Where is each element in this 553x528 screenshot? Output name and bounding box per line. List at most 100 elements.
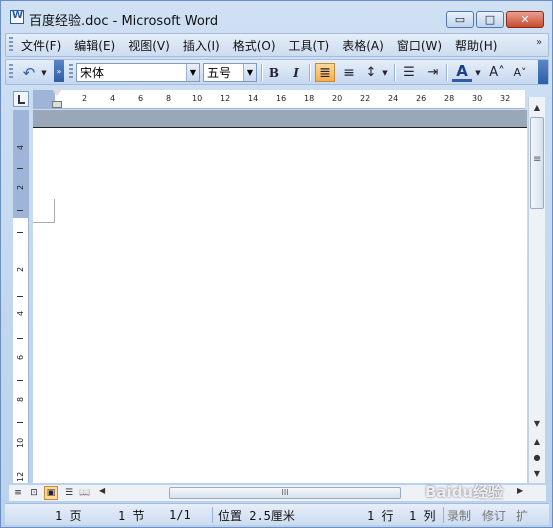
document-editing-area[interactable] — [33, 110, 527, 483]
status-divider — [212, 507, 213, 523]
vruler-tick: 12 — [16, 471, 25, 482]
vruler-tick: 8 — [16, 396, 25, 402]
vruler-tick: 10 — [16, 437, 25, 448]
ruler-tick: 20 — [332, 94, 343, 103]
ruler-tick: 22 — [360, 94, 371, 103]
ruler-tick: 6 — [138, 94, 144, 103]
scroll-left-arrow-icon[interactable]: ◀ — [99, 486, 105, 495]
status-record-mode[interactable]: 录制 — [447, 506, 471, 524]
vruler-dash — [17, 210, 23, 211]
align-justify-button[interactable]: ≣ — [315, 63, 335, 82]
font-name-combo[interactable]: 宋体 ▼ — [76, 63, 200, 82]
toolbar2-grip-handle[interactable] — [69, 64, 73, 80]
minimize-icon: ▭ — [454, 13, 466, 26]
normal-view-icon[interactable]: ≡ — [11, 486, 25, 500]
italic-button[interactable]: I — [287, 63, 305, 82]
horizontal-scroll-thumb[interactable]: III — [169, 487, 401, 499]
ruler-tick: 26 — [416, 94, 427, 103]
tab-selector-button[interactable] — [13, 91, 29, 107]
status-page: 1 页 — [55, 508, 82, 523]
web-layout-view-icon[interactable]: ⊡ — [27, 486, 41, 500]
align-center-button[interactable]: ≡ — [339, 63, 359, 82]
vruler-tick: 2 — [16, 184, 25, 190]
toolbar-separator — [261, 64, 263, 81]
toolbar-separator — [446, 64, 448, 81]
vertical-scroll-thumb[interactable] — [530, 117, 544, 209]
line-spacing-button[interactable]: ↕ — [362, 63, 380, 82]
maximize-button[interactable]: □ — [476, 11, 504, 28]
toolbar-end-overflow-icon[interactable] — [538, 60, 548, 84]
close-button[interactable]: ✕ — [506, 11, 544, 28]
vruler-tick: 2 — [16, 266, 25, 272]
vruler-tick: 6 — [16, 354, 25, 360]
font-size-dropdown-icon[interactable]: ▼ — [243, 64, 256, 81]
menu-bar: 文件(F) 编辑(E) 视图(V) 插入(I) 格式(O) 工具(T) 表格(A… — [5, 33, 549, 57]
vruler-dash — [17, 422, 23, 423]
close-icon: ✕ — [520, 13, 530, 26]
menu-grip-handle[interactable] — [9, 37, 13, 53]
minimize-button[interactable]: ▭ — [446, 11, 474, 28]
menu-table[interactable]: 表格(A) — [338, 37, 388, 54]
undo-dropdown-icon[interactable]: ▼ — [39, 63, 49, 82]
text-boundary-corner-mark — [33, 199, 55, 223]
menu-file[interactable]: 文件(F) — [17, 37, 65, 54]
increase-indent-button[interactable]: ⇥ — [424, 63, 442, 82]
vruler-dash — [17, 296, 23, 297]
page-gap-top — [33, 110, 527, 127]
status-extend-mode[interactable]: 扩 — [516, 506, 528, 524]
ruler-tick: 28 — [444, 94, 455, 103]
horizontal-ruler[interactable]: 2 4 6 8 10 12 14 16 18 20 22 24 26 28 30… — [33, 89, 525, 109]
ruler-tick: 8 — [166, 94, 172, 103]
shrink-font-button[interactable]: A˅ — [510, 63, 530, 82]
font-name-dropdown-icon[interactable]: ▼ — [186, 64, 199, 81]
reading-layout-view-icon[interactable]: 📖 — [78, 486, 92, 500]
undo-icon: ↶ — [22, 63, 36, 82]
select-browse-object-icon[interactable]: ● — [529, 449, 545, 465]
ruler-tick: 4 — [110, 94, 116, 103]
status-bar: 1 页 1 节 1/1 位置 2.5厘米 1 行 1 列 录制 修订 扩 — [5, 503, 549, 525]
vertical-ruler[interactable]: 4 2 2 4 6 8 10 12 — [13, 110, 29, 483]
vertical-scrollbar[interactable]: ▲ ▼ ▲ ● ▼ — [528, 97, 545, 483]
next-page-icon[interactable]: ▼ — [529, 465, 545, 481]
vruler-dash — [17, 232, 23, 233]
menu-edit[interactable]: 编辑(E) — [70, 37, 119, 54]
first-line-indent-marker-icon[interactable] — [52, 89, 62, 96]
previous-page-icon[interactable]: ▲ — [529, 433, 545, 449]
print-layout-view-icon[interactable]: ▣ — [44, 486, 58, 500]
menu-view[interactable]: 视图(V) — [124, 37, 174, 54]
bold-button[interactable]: B — [265, 63, 283, 82]
menu-help[interactable]: 帮助(H) — [451, 37, 501, 54]
grow-font-button[interactable]: A˄ — [487, 63, 507, 82]
line-spacing-dropdown-icon[interactable]: ▼ — [380, 63, 390, 82]
toolbar-grip-handle[interactable] — [9, 64, 13, 80]
vruler-dash — [17, 380, 23, 381]
font-size-combo[interactable]: 五号 ▼ — [203, 63, 257, 82]
font-color-dropdown-icon[interactable]: ▼ — [473, 63, 483, 82]
vruler-dash — [17, 168, 23, 169]
vruler-dash — [17, 338, 23, 339]
word-app-icon[interactable] — [10, 10, 24, 24]
outline-view-icon[interactable]: ☰ — [62, 486, 76, 500]
formatting-toolbar: ↶ ▼ » 宋体 ▼ 五号 ▼ B I ≣ ≡ ↕ ▼ ☰ ⇥ A ▼ A˄ A… — [5, 59, 549, 85]
font-color-button[interactable]: A — [452, 62, 472, 82]
scroll-up-arrow-icon[interactable]: ▲ — [529, 99, 545, 115]
status-revision-mode[interactable]: 修订 — [482, 506, 506, 524]
status-divider — [443, 507, 444, 523]
menu-window[interactable]: 窗口(W) — [393, 37, 446, 54]
indent-icon: ⇥ — [427, 65, 439, 80]
ruler-tick: 32 — [500, 94, 511, 103]
menu-insert[interactable]: 插入(I) — [179, 37, 224, 54]
numbered-list-button[interactable]: ☰ — [400, 63, 418, 82]
toolbar-overflow-icon[interactable]: » — [54, 60, 64, 82]
baidu-watermark: Baidu经验 — [425, 483, 504, 501]
menu-tools[interactable]: 工具(T) — [285, 37, 334, 54]
menu-overflow-chevron-icon[interactable]: » — [536, 37, 546, 53]
scroll-down-arrow-icon[interactable]: ▼ — [529, 415, 545, 431]
left-indent-marker-icon[interactable] — [52, 101, 62, 108]
status-column: 1 列 — [409, 508, 436, 523]
undo-button[interactable]: ↶ — [20, 63, 38, 82]
status-page-of: 1/1 — [169, 508, 191, 522]
scroll-right-arrow-icon[interactable]: ▶ — [517, 486, 523, 495]
toolbar-separator — [309, 64, 311, 81]
menu-format[interactable]: 格式(O) — [229, 37, 280, 54]
